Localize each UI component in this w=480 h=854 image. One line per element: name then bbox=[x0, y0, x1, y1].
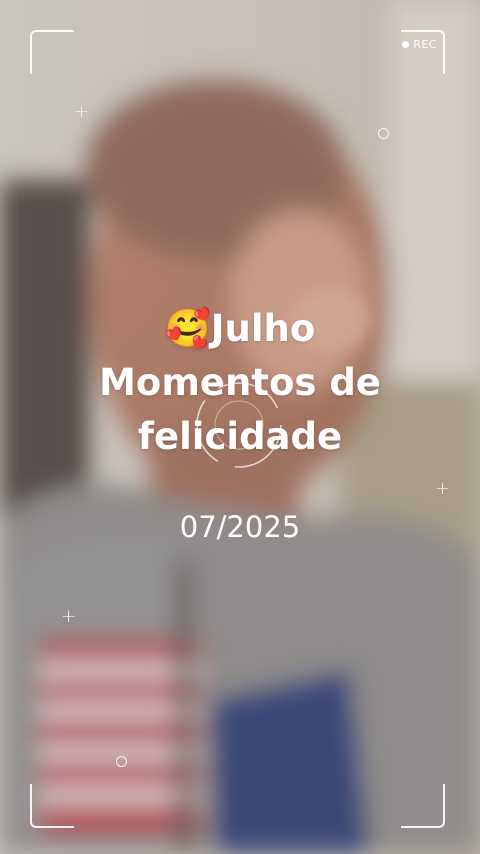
overlay-title: 🥰Julho Momentos de felicidade bbox=[0, 302, 480, 464]
title-month: Julho bbox=[210, 307, 316, 350]
viewfinder-corner-icon bbox=[30, 784, 74, 828]
smiling-hearts-emoji-icon: 🥰 bbox=[164, 307, 211, 350]
rec-indicator: REC bbox=[402, 38, 437, 51]
title-line-1: 🥰Julho bbox=[0, 302, 480, 356]
rec-dot-icon bbox=[402, 41, 410, 48]
video-frame: REC + + + 🥰Julho Momentos de felicidade … bbox=[0, 0, 480, 854]
plus-sparkle-icon: + bbox=[435, 478, 451, 499]
ring-sparkle-icon bbox=[116, 756, 127, 767]
ring-sparkle-icon bbox=[378, 128, 389, 139]
rec-label: REC bbox=[413, 38, 437, 51]
title-line-2: Momentos de bbox=[99, 361, 381, 404]
plus-sparkle-icon: + bbox=[61, 606, 77, 627]
viewfinder-corner-icon bbox=[401, 30, 445, 74]
viewfinder-corner-icon bbox=[401, 784, 445, 828]
plus-sparkle-icon: + bbox=[74, 101, 90, 122]
overlay-date: 07/2025 bbox=[179, 510, 301, 544]
title-line-3: felicidade bbox=[137, 415, 343, 458]
viewfinder-corner-icon bbox=[30, 30, 74, 74]
